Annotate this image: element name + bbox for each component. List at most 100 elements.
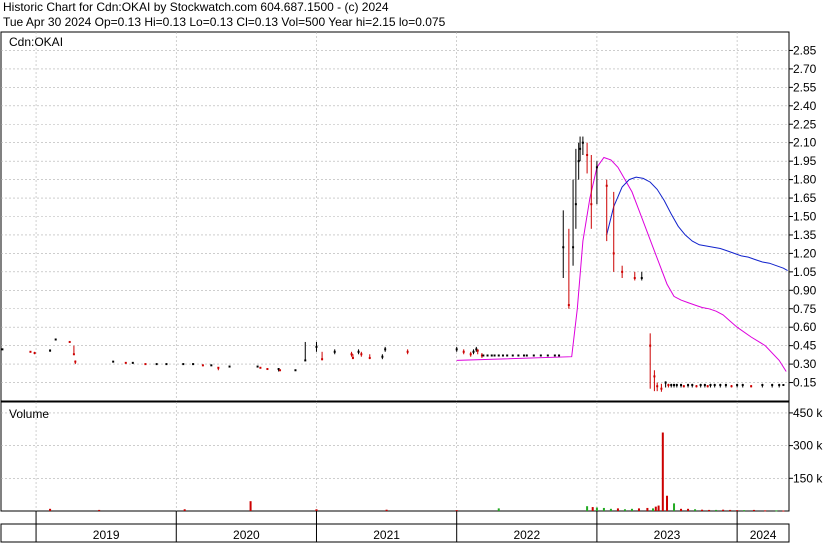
volume-bar — [591, 507, 594, 511]
price-y-tick-label: 1.95 — [793, 154, 817, 168]
volume-y-tick-label: 450 k — [793, 406, 823, 420]
volume-y-axis: 450 k 300 k 150 k — [789, 406, 823, 485]
volume-y-tick-label: 150 k — [793, 471, 823, 485]
price-close-mark — [315, 345, 318, 348]
price-close-mark — [72, 353, 75, 356]
price-close-mark — [724, 384, 727, 387]
price-close-mark — [455, 348, 458, 351]
price-close-mark — [279, 369, 282, 372]
price-close-mark — [649, 344, 652, 347]
volume-bar — [595, 507, 598, 511]
price-close-mark — [680, 384, 683, 387]
price-close-mark — [54, 338, 57, 341]
volume-bar — [715, 509, 718, 511]
year-tick-label: 2022 — [513, 528, 540, 542]
price-close-mark — [567, 304, 570, 307]
price-close-mark — [131, 361, 134, 364]
price-y-tick-label: 1.80 — [793, 173, 817, 187]
volume-bar — [752, 509, 755, 511]
price-close-mark — [144, 363, 147, 366]
price-close-mark — [493, 354, 496, 357]
volume-bar — [609, 508, 612, 511]
price-close-mark — [736, 384, 739, 387]
volume-bar — [586, 506, 589, 511]
price-panel-title: Cdn:OKAI — [9, 35, 63, 49]
volume-bar — [687, 508, 690, 511]
price-close-mark — [333, 350, 336, 353]
price-close-mark — [709, 384, 712, 387]
volume-bar — [722, 509, 725, 511]
volume-bar — [654, 506, 657, 511]
price-close-mark — [68, 340, 71, 343]
price-y-tick-label: 0.60 — [793, 320, 817, 334]
volume-bar — [637, 508, 640, 511]
price-close-mark — [472, 350, 475, 353]
volume-bar — [651, 508, 654, 511]
volume-bar — [736, 510, 739, 512]
price-close-mark — [182, 363, 185, 366]
price-close-mark — [486, 354, 489, 357]
price-close-mark — [304, 359, 307, 362]
volume-bar — [680, 508, 683, 511]
price-close-mark — [713, 384, 716, 387]
price-close-mark — [640, 277, 643, 279]
price-close-mark — [228, 365, 231, 368]
price-close-mark — [522, 354, 525, 357]
price-close-mark — [462, 350, 465, 353]
volume-bar — [694, 509, 697, 511]
price-close-mark — [572, 246, 575, 249]
price-close-mark — [750, 385, 753, 388]
price-close-mark — [165, 363, 168, 366]
volume-bar — [743, 510, 746, 512]
price-close-mark — [539, 354, 542, 357]
price-close-mark — [360, 353, 363, 356]
price-close-mark — [595, 166, 598, 169]
price-close-mark — [482, 354, 485, 357]
price-y-tick-label: 2.70 — [793, 62, 817, 76]
price-close-mark — [210, 364, 213, 367]
volume-bar — [49, 508, 52, 511]
price-close-mark — [406, 350, 409, 353]
price-close-mark — [581, 141, 584, 144]
price-close-mark — [49, 349, 52, 352]
volume-bar — [249, 501, 252, 511]
volume-bar — [708, 509, 711, 511]
price-y-tick-label: 1.05 — [793, 265, 817, 279]
stock-chart: 2019 2020 2021 2022 2023 2024 2.85 2.70 2.55 2.4… — [0, 31, 823, 543]
year-axis: 2019 2020 2021 2022 2023 2024 — [35, 511, 777, 542]
price-grid — [1, 32, 789, 401]
year-tick-label: 2021 — [373, 528, 400, 542]
price-y-tick-label: 0.30 — [793, 357, 817, 371]
price-close-mark — [124, 361, 127, 364]
price-close-mark — [691, 384, 694, 387]
price-close-mark — [741, 384, 744, 387]
price-close-mark — [294, 369, 297, 372]
price-close-mark — [586, 154, 589, 156]
price-close-mark — [29, 350, 32, 353]
price-close-mark — [706, 385, 709, 388]
price-y-tick-label: 2.55 — [793, 80, 817, 94]
price-close-mark — [112, 360, 115, 363]
volume-series — [49, 432, 785, 512]
price-y-axis: 2.85 2.70 2.55 2.40 2.25 2.10 1.95 1.80 1.65 1.50… — [789, 43, 817, 390]
price-y-tick-label: 1.20 — [793, 246, 817, 260]
price-close-mark — [687, 384, 690, 387]
volume-bar — [602, 507, 605, 511]
price-close-mark — [771, 384, 774, 387]
year-tick-label: 2020 — [233, 528, 260, 542]
volume-bar — [666, 495, 669, 511]
price-y-tick-label: 0.75 — [793, 302, 817, 316]
price-y-tick-label: 1.65 — [793, 191, 817, 205]
volume-bar — [775, 510, 778, 512]
price-close-mark — [633, 277, 636, 279]
price-close-mark — [266, 368, 269, 371]
volume-bar — [673, 503, 676, 511]
price-close-mark — [660, 387, 663, 390]
price-close-mark — [321, 358, 324, 361]
price-close-mark — [782, 384, 785, 387]
price-close-mark — [699, 384, 702, 387]
price-close-mark — [506, 354, 509, 357]
price-close-mark — [761, 384, 764, 387]
price-close-mark — [259, 366, 262, 369]
price-y-tick-label: 2.40 — [793, 99, 817, 113]
